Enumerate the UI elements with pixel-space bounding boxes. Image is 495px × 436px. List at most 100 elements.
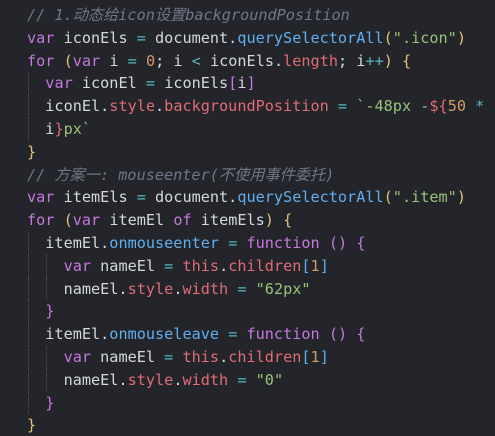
code-line[interactable]: nameEl.style.width = "62px" xyxy=(0,277,495,301)
code-token: style xyxy=(127,279,174,298)
code-text: var iconEl = iconEls[i] xyxy=(27,72,255,95)
code-token: [ xyxy=(228,74,238,93)
code-token: = xyxy=(127,51,137,70)
code-token: i xyxy=(100,51,128,70)
code-token: ) xyxy=(456,188,466,207)
code-line[interactable]: var itemEls = document.querySelectorAll(… xyxy=(0,186,495,209)
code-line[interactable]: var iconEl = iconEls[i] xyxy=(0,72,495,96)
code-line[interactable]: itemEl.onmouseenter = function () { xyxy=(0,232,495,255)
code-line[interactable]: } xyxy=(0,300,495,324)
code-token: { xyxy=(402,51,412,70)
code-token: iconEl. xyxy=(27,97,110,116)
code-token: ( xyxy=(63,51,73,70)
code-line[interactable]: } xyxy=(0,414,495,436)
code-token: of xyxy=(173,211,192,230)
code-token: // 方案一: mouseenter(不使用事件委托) xyxy=(27,165,335,184)
code-text: nameEl.style.width = "0" xyxy=(27,369,284,392)
code-text: // 1.动态给icon设置backgroundPosition xyxy=(27,4,350,27)
code-token: * xyxy=(475,97,485,116)
code-token: . xyxy=(219,256,229,275)
code-token: px` xyxy=(63,120,92,138)
code-line[interactable]: for (var i = 0; i < iconEls.length; i++)… xyxy=(0,50,495,73)
code-line[interactable]: i}px` xyxy=(0,118,495,141)
code-token: nameEl. xyxy=(27,370,128,389)
code-token: [ xyxy=(301,348,311,366)
code-token: . xyxy=(219,348,229,366)
code-token: function xyxy=(246,325,320,344)
code-token: iconEls. xyxy=(200,51,284,70)
code-token: iconEls xyxy=(155,74,229,93)
code-token: document. xyxy=(145,188,238,207)
code-token: ".item" xyxy=(392,188,457,207)
code-token: "62px" xyxy=(255,279,311,298)
code-token: } xyxy=(27,142,37,161)
code-line[interactable]: var nameEl = this.children[1] xyxy=(0,346,495,369)
code-token: = xyxy=(237,279,247,298)
code-line[interactable]: } xyxy=(0,391,495,415)
code-token: ] xyxy=(319,256,329,275)
code-token: < xyxy=(191,51,201,70)
code-text: } xyxy=(27,414,36,436)
code-text: itemEl.onmouseenter = function () { xyxy=(27,232,365,255)
code-token: var xyxy=(27,188,55,207)
code-line[interactable]: for (var itemEl of itemEls) { xyxy=(0,209,495,232)
code-token: itemEl. xyxy=(27,325,110,344)
code-token: ${ xyxy=(429,97,448,116)
code-text: var nameEl = this.children[1] xyxy=(27,346,329,369)
code-text: } xyxy=(27,141,36,164)
code-token: length xyxy=(283,51,338,70)
code-token: style xyxy=(127,370,174,389)
code-line[interactable]: // 方案一: mouseenter(不使用事件委托) xyxy=(0,164,495,187)
code-token: function xyxy=(246,234,320,252)
code-editor[interactable]: // 1.动态给icon设置backgroundPosition var icon… xyxy=(0,0,495,436)
code-line[interactable]: itemEl.onmouseleave = function () { xyxy=(0,323,495,346)
code-token: querySelectorAll xyxy=(237,28,384,47)
code-token: } xyxy=(27,416,37,435)
code-text: // 方案一: mouseenter(不使用事件委托) xyxy=(27,164,334,187)
code-token: i xyxy=(27,120,55,138)
code-token: i xyxy=(237,74,247,93)
code-line[interactable]: nameEl.style.width = "0" xyxy=(0,368,495,392)
code-token: = xyxy=(136,28,146,47)
code-token: children xyxy=(228,348,302,366)
code-text: var iconEls = document.querySelectorAll(… xyxy=(27,27,466,50)
code-token: var xyxy=(45,74,73,93)
code-token: this xyxy=(182,348,220,366)
code-token: = xyxy=(145,74,156,93)
code-token: nameEl xyxy=(91,348,165,366)
code-token: = xyxy=(136,188,146,207)
code-token: ] xyxy=(319,348,329,366)
code-token: document. xyxy=(145,28,238,47)
code-line[interactable]: var nameEl = this.children[1] xyxy=(0,254,495,278)
code-token: iconEl xyxy=(72,74,146,93)
code-line[interactable]: } xyxy=(0,141,495,164)
code-token: width xyxy=(182,370,229,389)
code-text: for (var itemEl of itemEls) { xyxy=(27,209,292,232)
code-token: itemEl. xyxy=(27,234,110,252)
code-token: 0 xyxy=(145,51,156,70)
code-token: onmouseleave xyxy=(109,325,220,344)
code-token: `-48px - xyxy=(356,97,430,116)
code-token: itemEls xyxy=(54,188,137,207)
code-token: children xyxy=(228,256,302,275)
code-text: for (var i = 0; i < iconEls.length; i++)… xyxy=(27,50,411,73)
code-token: } xyxy=(54,120,64,138)
code-token: var xyxy=(63,256,92,275)
code-line[interactable]: // 1.动态给icon设置backgroundPosition xyxy=(0,4,495,27)
code-token: "0" xyxy=(255,370,284,389)
code-token: nameEl xyxy=(91,256,165,275)
code-line[interactable]: var iconEls = document.querySelectorAll(… xyxy=(0,27,495,50)
code-line[interactable]: iconEl.style.backgroundPosition = `-48px… xyxy=(0,95,495,118)
